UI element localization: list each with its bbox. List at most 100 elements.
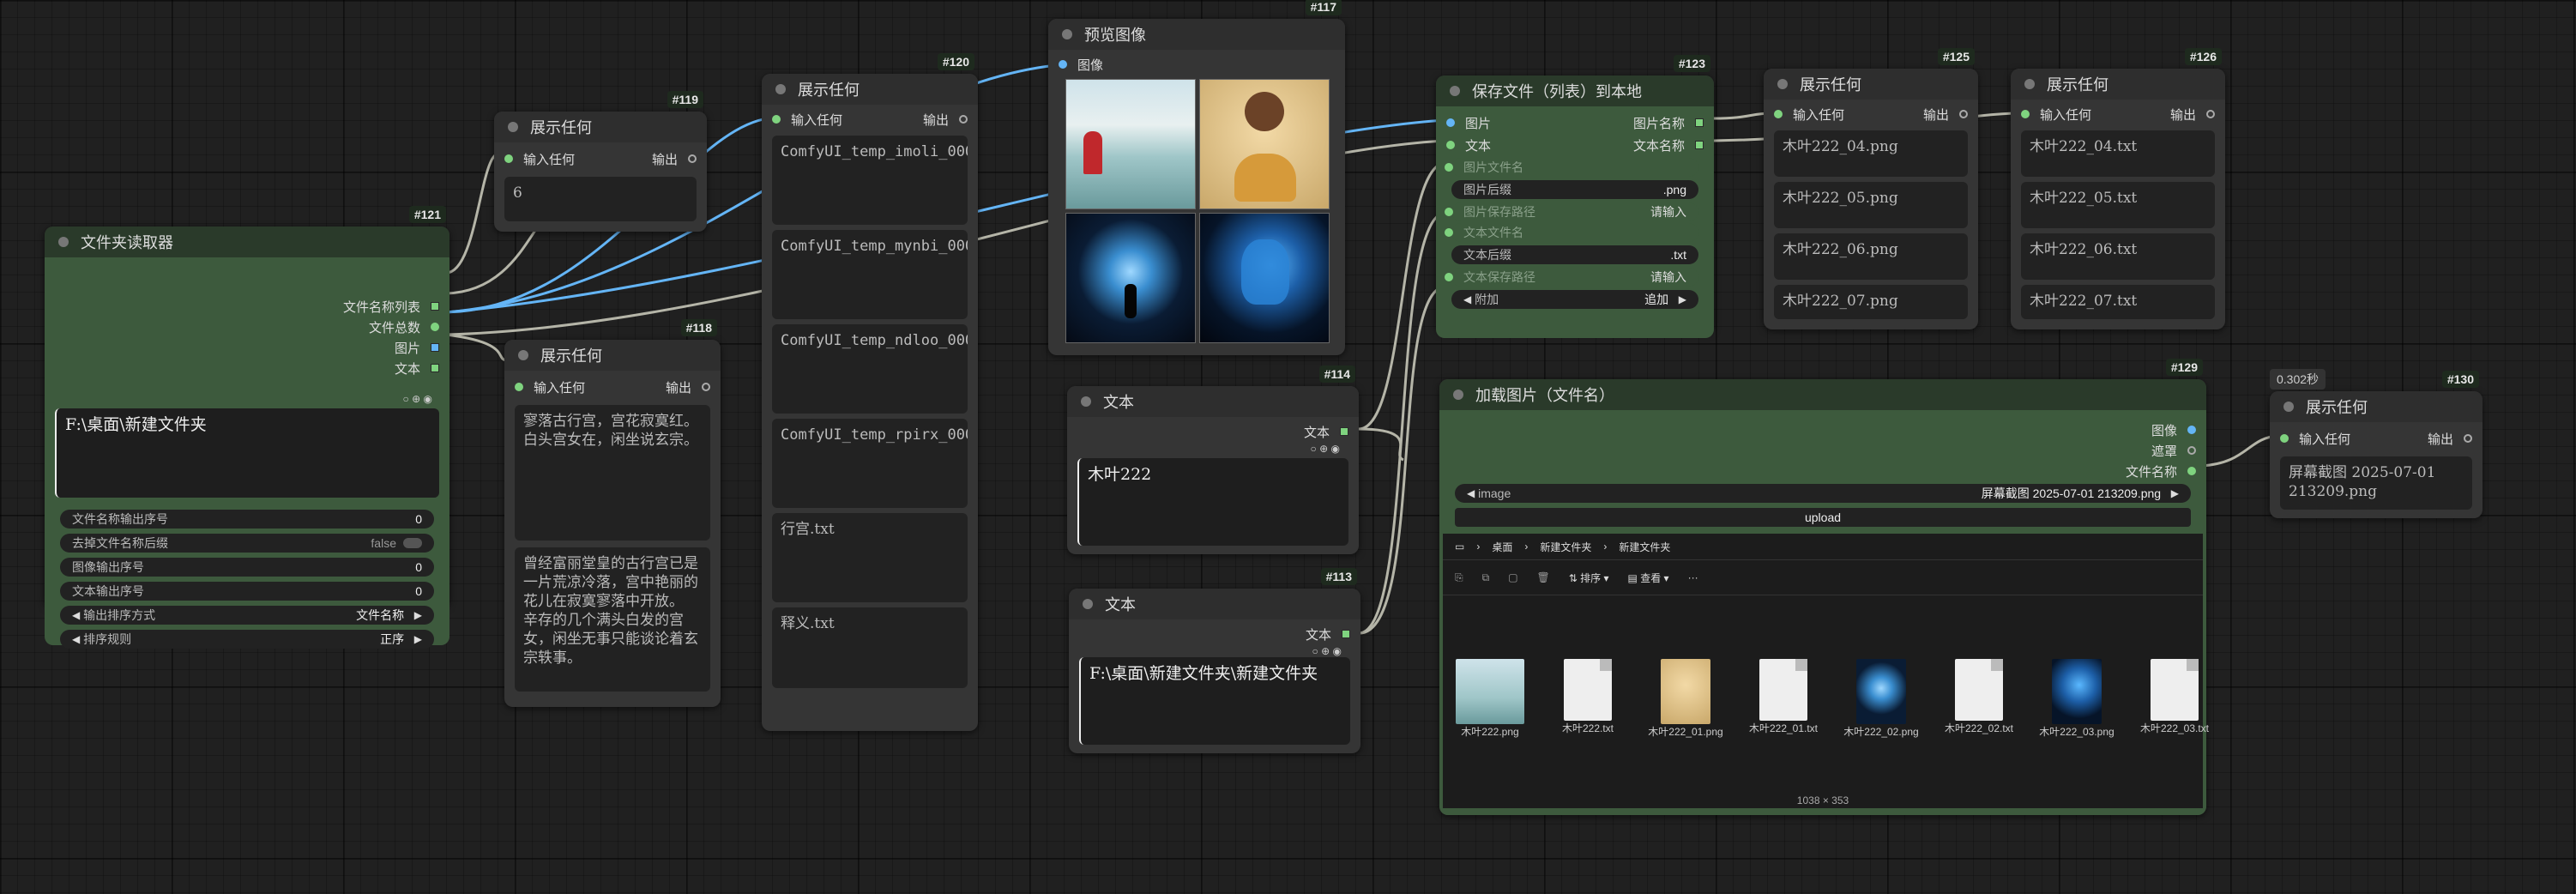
file-item[interactable]: 木叶222.png (1443, 659, 1537, 739)
node-text-114[interactable]: #114 文本 文本 ○ ⊕ ◉ 木叶222 (1067, 365, 1359, 554)
collapse-dot[interactable] (1453, 390, 1463, 400)
node-header[interactable]: 文本 (1067, 386, 1359, 417)
input-socket[interactable] (1445, 273, 1453, 281)
widget-sort-order[interactable]: ◀ 排序规则 正序 ▶ (60, 630, 434, 649)
input-socket-text[interactable] (1446, 141, 1455, 149)
node-id: #130 (2441, 371, 2479, 388)
node-text-113[interactable]: #113 文本 文本 ○ ⊕ ◉ F:\桌面\新建文件夹\新建文件夹 (1069, 568, 1360, 753)
field-text-path[interactable]: 文本保存路径 请输入 (1445, 268, 1698, 287)
thumbnail-portal[interactable] (1065, 213, 1196, 343)
input-socket[interactable] (1774, 110, 1783, 118)
file-item[interactable]: 木叶222_01.png (1638, 659, 1733, 739)
input-socket[interactable] (515, 383, 523, 391)
text-input[interactable]: F:\桌面\新建文件夹\新建文件夹 (1079, 657, 1350, 745)
node-header[interactable]: 展示任何 (2011, 69, 2225, 100)
output-socket-filename[interactable] (2187, 467, 2196, 475)
file-item[interactable]: 木叶222_02.png (1834, 659, 1928, 739)
field-image-path[interactable]: 图片保存路径 请输入 (1445, 202, 1698, 221)
output-socket-count[interactable] (431, 323, 439, 331)
field-image-suffix[interactable]: 图片后缀 .png (1451, 180, 1698, 199)
input-socket[interactable] (772, 115, 781, 124)
collapse-dot[interactable] (2024, 79, 2035, 89)
output-socket[interactable] (2206, 110, 2215, 118)
file-item[interactable]: 木叶222_02.txt (1932, 659, 2026, 735)
output-socket[interactable] (1340, 427, 1348, 436)
output-socket[interactable] (688, 154, 697, 163)
input-socket[interactable] (1445, 163, 1453, 172)
node-header[interactable]: 展示任何 (1764, 69, 1978, 100)
node-show-any-125[interactable]: #125 展示任何 输入任何 输出 木叶222_04.png 木叶222_05.p… (1764, 48, 1978, 329)
output-socket-mask[interactable] (2187, 446, 2196, 455)
image-grid[interactable] (1065, 79, 1331, 345)
collapse-dot[interactable] (518, 350, 528, 360)
node-show-any-119[interactable]: #119 展示任何 输入任何 输出 6 (494, 91, 707, 232)
output-socket-text[interactable] (431, 364, 439, 372)
input-socket-image[interactable] (1446, 118, 1455, 127)
output-socket-list[interactable] (431, 302, 439, 311)
widget-image-index[interactable]: 图像输出序号 0 (60, 558, 434, 577)
field-text-suffix[interactable]: 文本后缀 .txt (1451, 245, 1698, 264)
node-load-image[interactable]: #129 加载图片（文件名） 图像 遮罩 文件名称 ◀ image 屏幕截图 20… (1439, 359, 2209, 815)
input-socket[interactable] (2280, 434, 2289, 443)
collapse-dot[interactable] (58, 237, 69, 247)
widget-strip-suffix[interactable]: 去掉文件名称后缀 false (60, 534, 434, 553)
node-header[interactable]: 展示任何 (504, 340, 721, 371)
collapse-dot[interactable] (775, 84, 786, 94)
node-header[interactable]: 保存文件（列表）到本地 (1436, 76, 1714, 106)
node-folder-reader[interactable]: #121 文件夹读取器 文件名称列表 文件总数 图片 文本 ○ ⊕ ◉ F:\桌… (45, 206, 449, 649)
upload-button[interactable]: upload (1455, 508, 2191, 527)
path-textarea[interactable]: F:\桌面\新建文件夹 (55, 408, 439, 498)
collapse-dot[interactable] (1081, 396, 1091, 407)
input-socket[interactable] (504, 154, 513, 163)
computer-icon: ▭ (1455, 541, 1465, 553)
output-socket[interactable] (1342, 630, 1350, 638)
node-show-any-130[interactable]: #130 0.302秒 展示任何 输入任何 输出 屏幕截图 2025-07-01 … (2270, 369, 2482, 518)
collapse-dot[interactable] (1062, 29, 1072, 39)
collapse-dot[interactable] (1450, 86, 1460, 96)
widget-sort-method[interactable]: ◀ 输出排序方式 文件名称 ▶ (60, 606, 434, 625)
field-text-filename[interactable]: 文本文件名 (1445, 223, 1698, 242)
input-socket[interactable] (1445, 208, 1453, 216)
output-socket[interactable] (2464, 434, 2472, 443)
node-save-files[interactable]: #123 保存文件（列表）到本地 图片 图片名称 文本 文本名称 图片文件名 图片后… (1436, 55, 1714, 338)
toggle-switch[interactable] (403, 538, 422, 548)
node-preview-image[interactable]: #117 预览图像 图像 (1048, 0, 1345, 355)
image-select-combo[interactable]: ◀ image 屏幕截图 2025-07-01 213209.png ▶ (1455, 484, 2191, 503)
widget-filename-index[interactable]: 文件名称输出序号 0 (60, 510, 434, 529)
input-socket[interactable] (1445, 228, 1453, 237)
thumbnail-blue-head[interactable] (1199, 213, 1330, 343)
input-socket[interactable] (2021, 110, 2030, 118)
node-show-any-118[interactable]: #118 展示任何 输入任何 输出 寥落古行宫，宫花寂寞红。 白头宫女在，闲坐说玄… (504, 319, 721, 707)
output-socket[interactable] (702, 383, 710, 391)
collapse-dot[interactable] (508, 122, 518, 132)
node-header[interactable]: 展示任何 (494, 112, 707, 142)
output-socket-image[interactable] (2187, 426, 2196, 434)
field-image-filename[interactable]: 图片文件名 (1445, 158, 1698, 177)
collapse-dot[interactable] (1777, 79, 1788, 89)
node-show-any-126[interactable]: #126 展示任何 输入任何 输出 木叶222_04.txt 木叶222_05.t… (2011, 48, 2225, 329)
file-item[interactable]: 木叶222.txt (1541, 659, 1635, 735)
file-item[interactable]: 木叶222_01.txt (1736, 659, 1831, 735)
node-show-any-120[interactable]: #120 展示任何 输入任何 输出 ComfyUI_temp_imoli_0001… (762, 53, 978, 731)
node-header[interactable]: 展示任何 (762, 74, 978, 105)
input-socket[interactable] (1059, 60, 1067, 69)
collapse-dot[interactable] (1083, 599, 1093, 609)
node-header[interactable]: 加载图片（文件名） (1439, 379, 2206, 410)
collapse-dot[interactable] (2283, 402, 2294, 412)
node-header[interactable]: 预览图像 (1048, 19, 1345, 50)
node-header[interactable]: 文件夹读取器 (45, 227, 449, 257)
output-socket[interactable] (959, 115, 968, 124)
widget-text-index[interactable]: 文本输出序号 0 (60, 582, 434, 601)
text-input[interactable]: 木叶222 (1077, 458, 1348, 546)
output-socket-image-name[interactable] (1695, 118, 1704, 127)
output-socket[interactable] (1959, 110, 1968, 118)
output-socket-image[interactable] (431, 343, 439, 352)
file-item[interactable]: 木叶222_03.png (2030, 659, 2124, 739)
node-header[interactable]: 文本 (1069, 589, 1360, 619)
node-header[interactable]: 展示任何 (2270, 391, 2482, 422)
output-socket-text-name[interactable] (1695, 141, 1704, 149)
thumbnail-girl-dog[interactable] (1199, 79, 1330, 209)
field-append-mode[interactable]: ◀ 附加 追加 ▶ (1451, 290, 1698, 309)
file-item[interactable]: 木叶222_03.txt (2127, 659, 2222, 735)
thumbnail-snow-lake[interactable] (1065, 79, 1196, 209)
